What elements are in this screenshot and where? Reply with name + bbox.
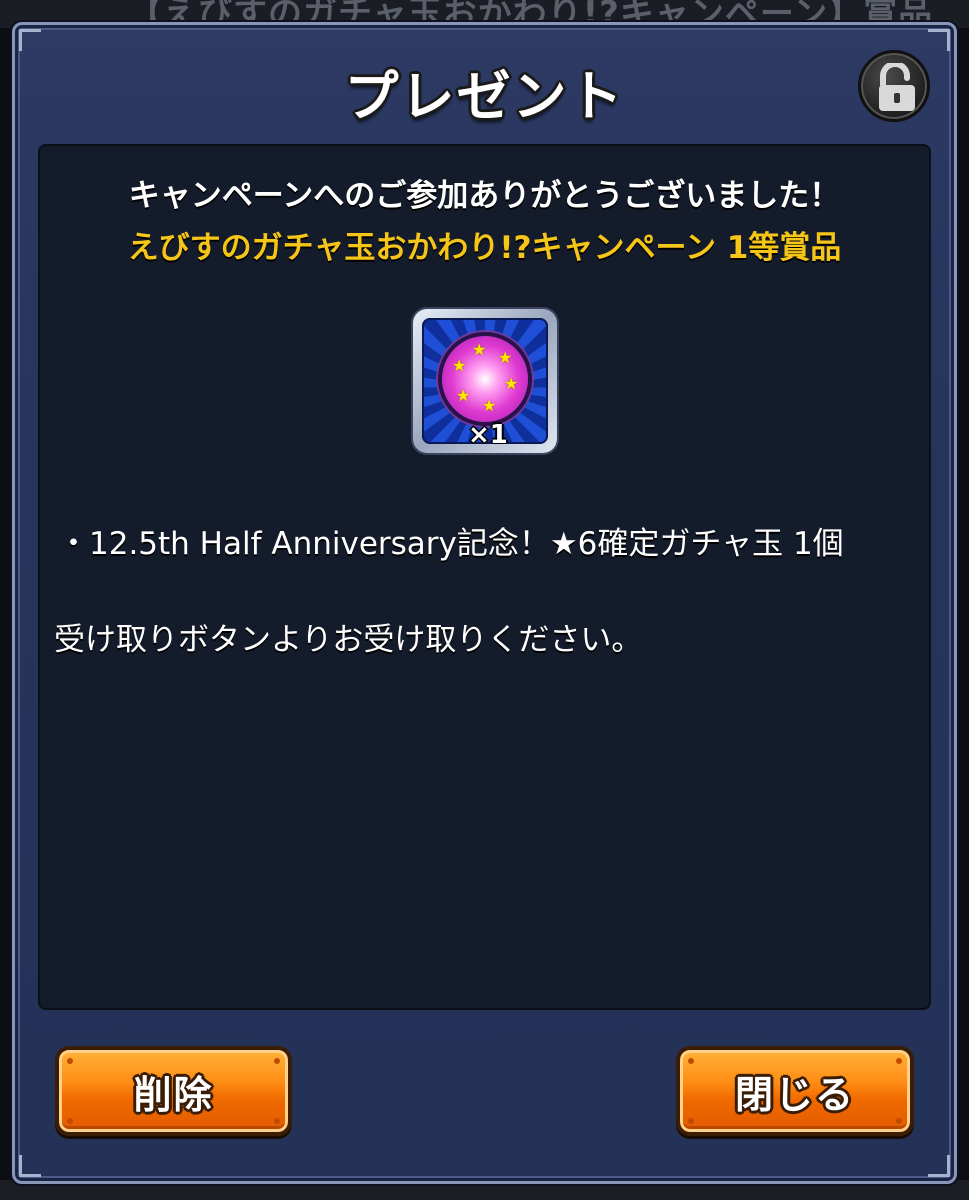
delete-button-label: 削除 <box>133 1072 214 1117</box>
campaign-prize-title: えびすのガチャ玉おかわり!?キャンペーン 1等賞品 <box>127 230 842 266</box>
dialog-corner <box>928 1155 950 1177</box>
unlocked-padlock-icon <box>879 63 915 111</box>
dialog-corner <box>928 29 950 51</box>
close-button-label: 閉じる <box>734 1072 855 1117</box>
dialog-corner <box>19 29 41 51</box>
instruction-text: 受け取りボタンよりお受け取りください。 <box>54 622 643 658</box>
dialog-title: プレゼント <box>344 65 625 128</box>
item-description: ・12.5th Half Anniversary記念！★6確定ガチャ玉 1個 <box>58 526 844 562</box>
reward-item-background: ★ ★ ★ ★ ★ ★ ×1 <box>422 318 548 444</box>
delete-button[interactable]: 削除 <box>55 1046 292 1136</box>
gacha-orb-icon: ★ ★ ★ ★ ★ ★ <box>442 336 528 422</box>
reward-item: ★ ★ ★ ★ ★ ★ ×1 <box>413 309 557 453</box>
reward-quantity: ×1 <box>468 420 508 444</box>
lock-button[interactable] <box>858 50 930 122</box>
close-button[interactable]: 閉じる <box>676 1046 914 1136</box>
message-panel <box>38 144 931 1010</box>
thank-you-message: キャンペーンへのご参加ありがとうございました！ <box>128 178 841 214</box>
dialog-corner <box>19 1155 41 1177</box>
